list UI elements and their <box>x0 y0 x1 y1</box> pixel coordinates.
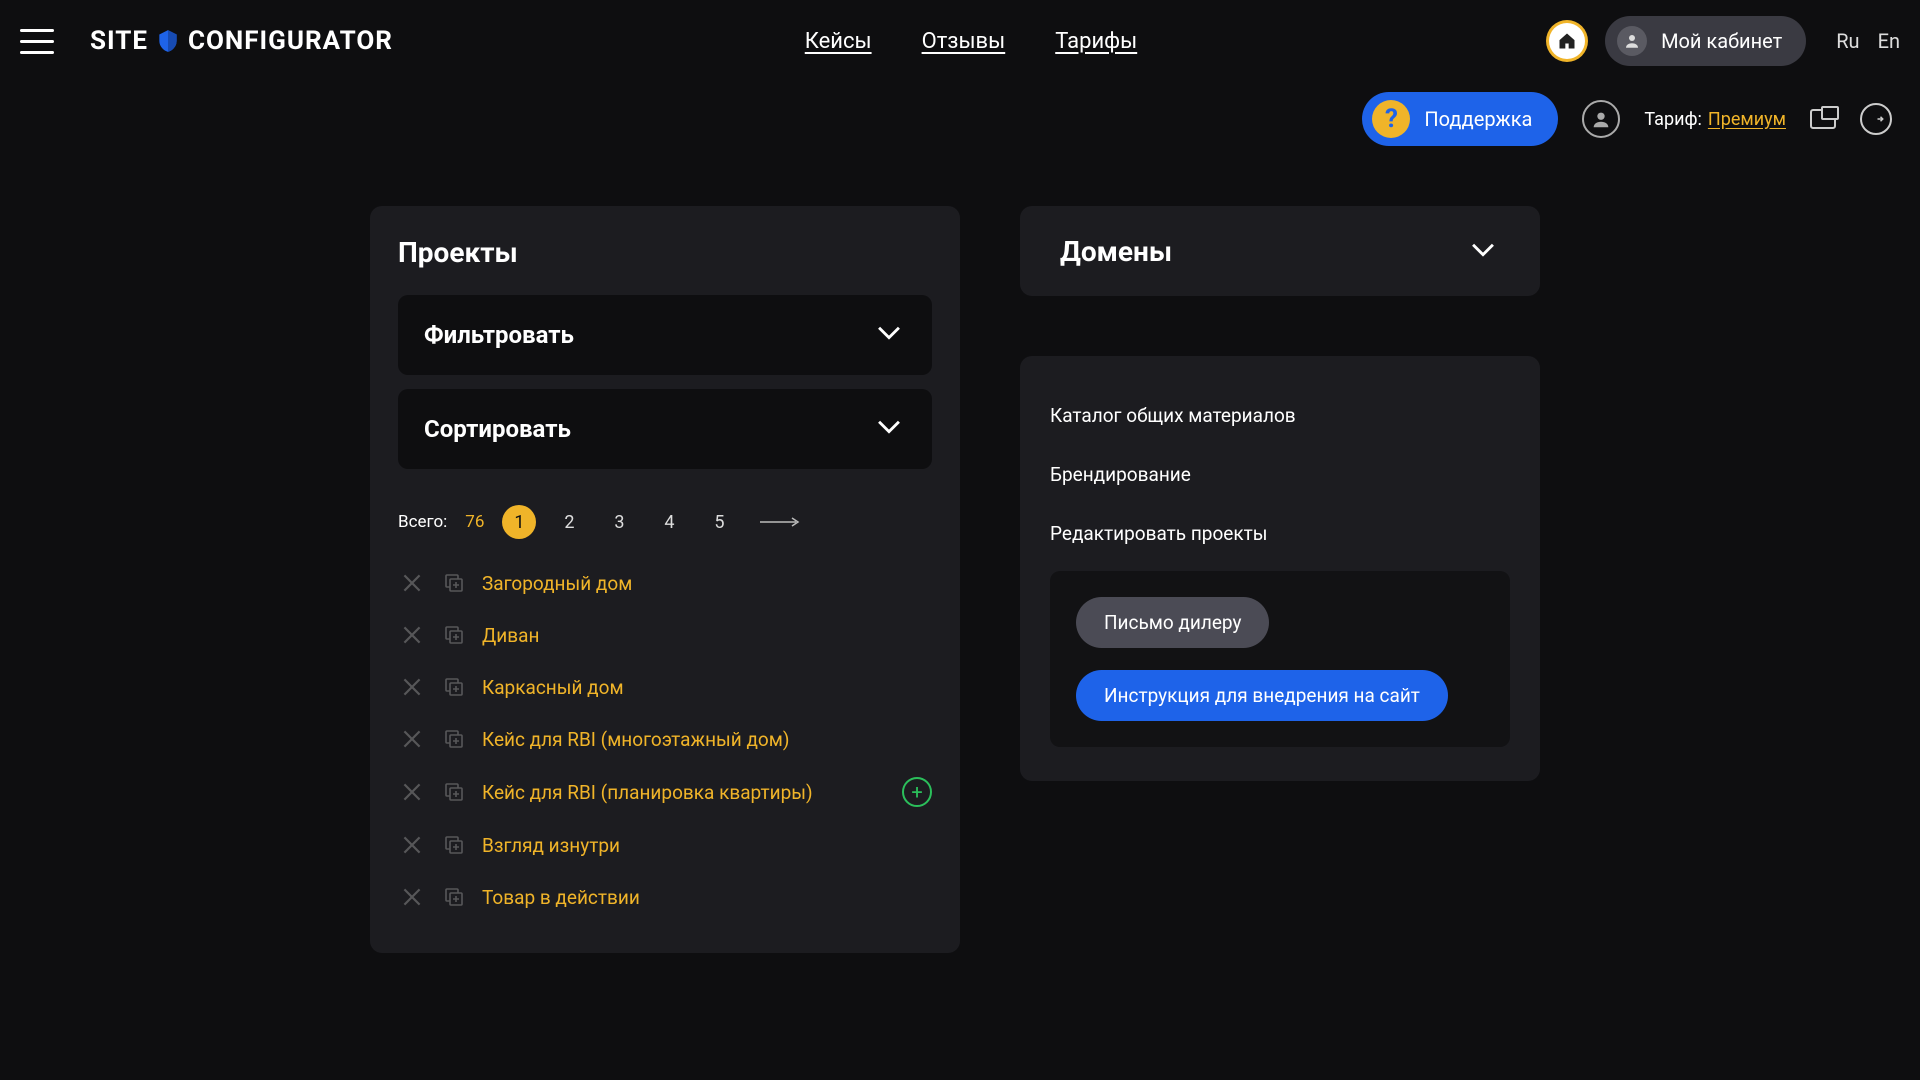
account-label: Мой кабинет <box>1661 29 1782 53</box>
nav-cases[interactable]: Кейсы <box>805 29 872 54</box>
delete-icon[interactable] <box>398 778 426 806</box>
project-name[interactable]: Кейс для RBI (многоэтажный дом) <box>482 728 789 751</box>
copy-icon[interactable] <box>440 569 468 597</box>
content: Проекты Фильтровать Сортировать Всего: 7… <box>0 146 1920 953</box>
page-1[interactable]: 1 <box>502 505 536 539</box>
link-catalog[interactable]: Каталог общих материалов <box>1050 386 1510 445</box>
sort-toggle[interactable]: Сортировать <box>398 389 932 469</box>
account-button[interactable]: Мой кабинет <box>1605 16 1806 66</box>
project-row: Каркасный дом <box>398 661 932 713</box>
project-name[interactable]: Каркасный дом <box>482 676 624 699</box>
copy-icon[interactable] <box>440 725 468 753</box>
chevron-down-icon <box>872 409 906 449</box>
copy-icon[interactable] <box>440 831 468 859</box>
page-4[interactable]: 4 <box>652 505 686 539</box>
nav: Кейсы Отзывы Тарифы <box>393 29 1549 54</box>
copy-icon[interactable] <box>440 673 468 701</box>
delete-icon[interactable] <box>398 831 426 859</box>
projects-title: Проекты <box>398 236 932 269</box>
cards-icon[interactable] <box>1810 109 1836 129</box>
project-row: Кейс для RBI (многоэтажный дом) <box>398 713 932 765</box>
lang-ru[interactable]: Ru <box>1836 29 1859 53</box>
link-branding[interactable]: Брендирование <box>1050 445 1510 504</box>
delete-icon[interactable] <box>398 725 426 753</box>
copy-icon[interactable] <box>440 778 468 806</box>
project-row: Диван <box>398 609 932 661</box>
total-value: 76 <box>465 512 484 532</box>
lang-switch: Ru En <box>1836 29 1900 53</box>
delete-icon[interactable] <box>398 621 426 649</box>
arrow-next-icon[interactable] <box>760 513 800 532</box>
tariff-link[interactable]: Премиум <box>1708 109 1786 130</box>
project-name[interactable]: Товар в действии <box>482 886 640 909</box>
copy-icon[interactable] <box>440 883 468 911</box>
profile-icon[interactable] <box>1582 100 1620 138</box>
topbar: SITE CONFIGURATOR Кейсы Отзывы Тарифы Мо… <box>0 0 1920 82</box>
project-name[interactable]: Загородный дом <box>482 572 632 595</box>
logout-icon[interactable] <box>1860 103 1892 135</box>
shield-icon <box>154 27 182 55</box>
right-column: Домены Каталог общих материалов Брендиро… <box>1020 206 1540 953</box>
actions-panel: Каталог общих материалов Брендирование Р… <box>1020 356 1540 781</box>
nav-reviews[interactable]: Отзывы <box>922 29 1006 54</box>
delete-icon[interactable] <box>398 883 426 911</box>
support-label: Поддержка <box>1424 107 1532 131</box>
domains-title: Домены <box>1060 235 1172 268</box>
project-row: Товар в действии <box>398 871 932 923</box>
delete-icon[interactable] <box>398 569 426 597</box>
copy-icon[interactable] <box>440 621 468 649</box>
filter-label: Фильтровать <box>424 321 574 349</box>
user-icon <box>1617 26 1647 56</box>
project-name[interactable]: Диван <box>482 624 539 647</box>
logo[interactable]: SITE CONFIGURATOR <box>90 26 393 56</box>
sort-label: Сортировать <box>424 415 571 443</box>
instructions-button[interactable]: Инструкция для внедрения на сайт <box>1076 670 1448 721</box>
lang-en[interactable]: En <box>1878 29 1900 53</box>
tariff-label: Тариф: <box>1644 109 1701 130</box>
add-icon[interactable]: + <box>902 777 932 807</box>
chevron-down-icon <box>1466 232 1500 270</box>
projects-panel: Проекты Фильтровать Сортировать Всего: 7… <box>370 206 960 953</box>
project-row: Кейс для RBI (планировка квартиры) + <box>398 765 932 819</box>
page-5[interactable]: 5 <box>702 505 736 539</box>
menu-icon[interactable] <box>20 19 64 63</box>
project-name[interactable]: Кейс для RBI (планировка квартиры) <box>482 781 813 804</box>
dealer-letter-button[interactable]: Письмо дилеру <box>1076 597 1269 648</box>
pagination: 1 2 3 4 5 <box>502 505 800 539</box>
project-row: Загородный дом <box>398 557 932 609</box>
total-label: Всего: <box>398 512 447 532</box>
tariff-info: Тариф: Премиум <box>1644 109 1786 130</box>
delete-icon[interactable] <box>398 673 426 701</box>
domains-panel[interactable]: Домены <box>1020 206 1540 296</box>
button-area: Письмо дилеру Инструкция для внедрения н… <box>1050 571 1510 747</box>
logo-text-left: SITE <box>90 26 148 56</box>
question-icon: ? <box>1372 100 1410 138</box>
subbar: ? Поддержка Тариф: Премиум <box>0 82 1920 146</box>
page-3[interactable]: 3 <box>602 505 636 539</box>
nav-tariffs[interactable]: Тарифы <box>1055 29 1137 54</box>
home-icon[interactable] <box>1549 23 1585 59</box>
support-button[interactable]: ? Поддержка <box>1362 92 1558 146</box>
page-2[interactable]: 2 <box>552 505 586 539</box>
chevron-down-icon <box>872 315 906 355</box>
project-list: Загородный дом Диван Каркасный дом Кейс для… <box>398 557 932 923</box>
projects-summary: Всего: 76 1 2 3 4 5 <box>398 505 932 539</box>
topbar-right: Мой кабинет Ru En <box>1549 16 1900 66</box>
project-row: Взгляд изнутри <box>398 819 932 871</box>
link-edit-projects[interactable]: Редактировать проекты <box>1050 504 1510 563</box>
logo-text-right: CONFIGURATOR <box>188 26 393 56</box>
project-name[interactable]: Взгляд изнутри <box>482 834 620 857</box>
filter-toggle[interactable]: Фильтровать <box>398 295 932 375</box>
